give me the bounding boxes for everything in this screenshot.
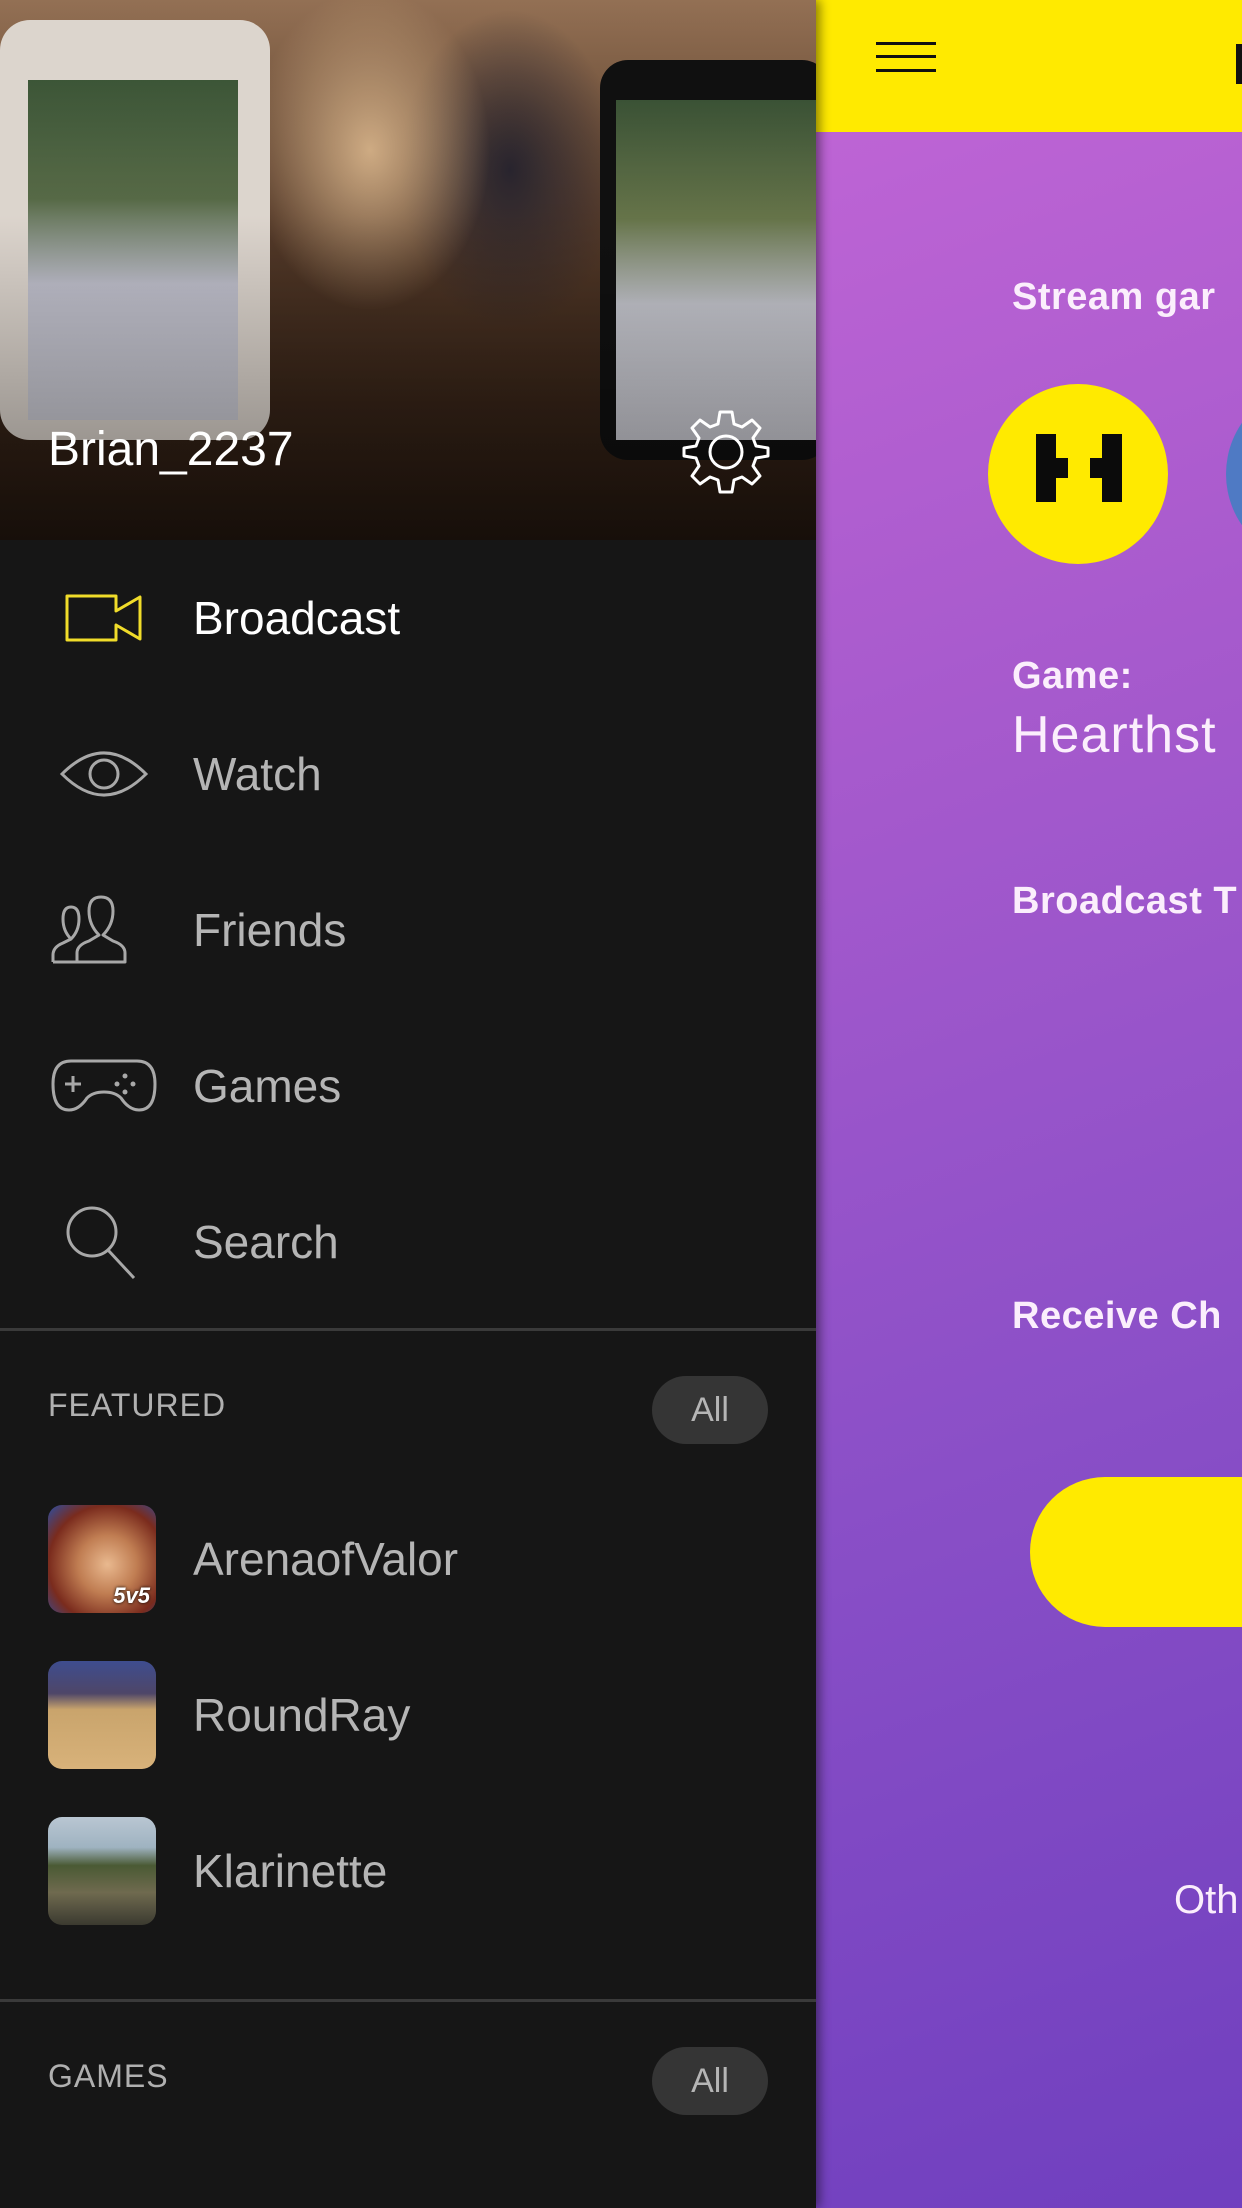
featured-header: FEATURED All [0,1331,816,1481]
thumbnail-badge: 5v5 [113,1583,150,1608]
other-options-link[interactable]: Oth [1174,1878,1238,1923]
nav-label: Search [193,1216,339,1268]
header-title-glyph [1236,44,1242,84]
drawer-nav: Broadcast Watch Friends Games Search [0,540,816,1320]
friends-icon [44,890,164,970]
roundray-thumbnail [48,1661,156,1769]
featured-item-label: ArenaofValor [193,1533,459,1585]
games-header: GAMES All [0,2002,816,2152]
username[interactable]: Brian_2237 [48,422,294,477]
featured-item-roundray[interactable]: RoundRay [0,1637,816,1793]
stream-games-title: Stream gar [1012,276,1216,318]
main-header [816,0,1242,132]
nav-item-games[interactable]: Games [0,1008,816,1164]
profile-header: Brian_2237 [0,0,816,540]
gamepad-icon [44,1046,164,1126]
featured-item-label: RoundRay [193,1689,411,1741]
featured-item-label: Klarinette [193,1845,388,1897]
search-icon [44,1202,164,1282]
nav-label: Watch [193,748,322,800]
nav-item-watch[interactable]: Watch [0,696,816,852]
arenaofvalor-thumbnail: 5v5 [48,1505,156,1613]
nav-label: Broadcast [193,592,401,644]
nav-item-broadcast[interactable]: Broadcast [0,540,816,696]
gear-icon [682,410,770,494]
game-label: Game: [1012,655,1133,697]
settings-button[interactable] [682,408,770,496]
nav-item-search[interactable]: Search [0,1164,816,1320]
broadcast-title-label: Broadcast T [1012,880,1238,922]
featured-item-arenaofvalor[interactable]: 5v5 ArenaofValor [0,1481,816,1637]
games-all-button[interactable]: All [652,2047,768,2115]
game-value[interactable]: Hearthst [1012,705,1217,765]
featured-item-klarinette[interactable]: Klarinette [0,1793,816,1949]
games-title: GAMES [48,2058,169,2094]
video-camera-icon [44,578,164,658]
platform-mobcrush-button[interactable] [988,384,1168,564]
featured-title: FEATURED [48,1387,227,1423]
nav-label: Friends [193,904,347,956]
featured-all-button[interactable]: All [652,1376,768,1444]
nav-label: Games [193,1060,342,1112]
receive-chat-label: Receive Ch [1012,1295,1222,1337]
start-broadcast-button[interactable] [1030,1477,1242,1627]
mobcrush-logo-icon [1036,434,1122,502]
hamburger-icon[interactable] [876,42,936,72]
eye-icon [44,734,164,814]
platform-secondary-button[interactable] [1226,384,1242,564]
klarinette-thumbnail [48,1817,156,1925]
nav-item-friends[interactable]: Friends [0,852,816,1008]
navigation-drawer: Brian_2237 Broadcast Watch Friends Games… [0,0,816,2208]
main-broadcast-panel: Stream gar Game: Hearthst Broadcast T Re… [816,0,1242,2208]
